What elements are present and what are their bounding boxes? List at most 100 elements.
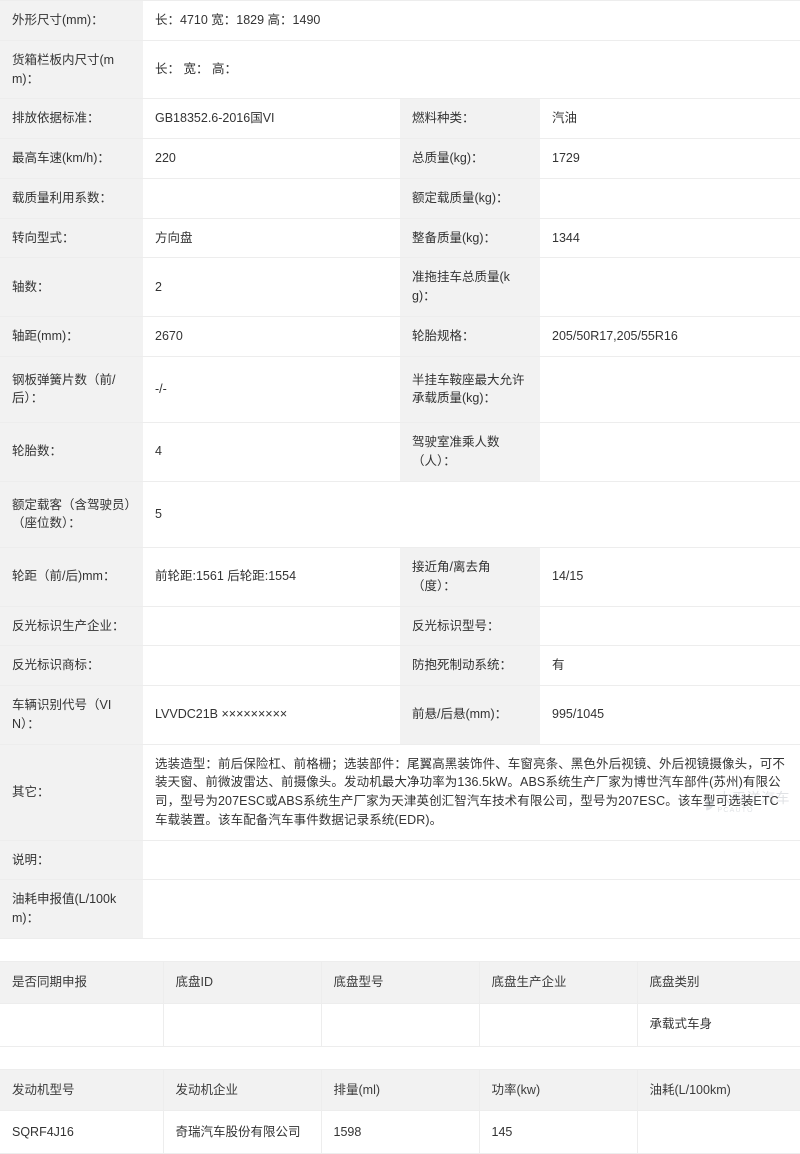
column-header: 发动机企业 (163, 1069, 321, 1111)
spec-row-left-label: 油耗申报值(L/100km)： (0, 880, 143, 939)
spec-row: 排放依据标准：GB18352.6-2016国VI燃料种类：汽油 (0, 99, 800, 139)
column-header: 底盘生产企业 (479, 961, 637, 1003)
spec-row-left-value: LVVDC21B ××××××××× (143, 686, 400, 745)
table-cell: 承载式车身 (637, 1003, 800, 1046)
spec-row-left-value: 2670 (143, 316, 400, 356)
spec-row-left-label: 外形尺寸(mm)： (0, 1, 143, 41)
other-label: 其它： (0, 744, 143, 840)
spec-row-left-value: -/- (143, 356, 400, 423)
spec-row-right-value: 1729 (540, 139, 800, 179)
table-cell (321, 1003, 479, 1046)
column-header: 底盘ID (163, 961, 321, 1003)
spec-row-right-label: 接近角/离去角（度）： (400, 548, 540, 607)
spec-row-left-label: 轮胎数： (0, 423, 143, 482)
table-cell (479, 1003, 637, 1046)
table-cell (637, 1111, 800, 1154)
spec-row-left-value (143, 840, 800, 880)
spec-row-right-label: 前悬/后悬(mm)： (400, 686, 540, 745)
spec-row-other: 其它：选装造型：前后保险杠、前格栅；选装部件：尾翼高黑装饰件、车窗亮条、黑色外后… (0, 744, 800, 840)
spec-row-left-label: 最高车速(km/h)： (0, 139, 143, 179)
column-header: 发动机型号 (0, 1069, 163, 1111)
spec-row-left-value (143, 606, 400, 646)
spec-row: 油耗申报值(L/100km)： (0, 880, 800, 939)
spec-row-left-label: 车辆识别代号（VIN）： (0, 686, 143, 745)
spec-row-right-value: 有 (540, 646, 800, 686)
table-cell: 1598 (321, 1111, 479, 1154)
spec-row: 轮胎数：4驾驶室准乘人数（人）： (0, 423, 800, 482)
spec-row: 货箱栏板内尺寸(mm)：长： 宽： 高： (0, 40, 800, 99)
spec-table-body: 外形尺寸(mm)：长：4710 宽：1829 高：1490货箱栏板内尺寸(mm)… (0, 1, 800, 939)
spec-row-right-label: 轮胎规格： (400, 316, 540, 356)
section-gap-2 (0, 1047, 800, 1069)
spec-row-right-label: 额定载质量(kg)： (400, 178, 540, 218)
spec-row: 轴距(mm)：2670轮胎规格：205/50R17,205/55R16 (0, 316, 800, 356)
spec-row-left-value: 220 (143, 139, 400, 179)
spec-row: 最高车速(km/h)：220总质量(kg)：1729 (0, 139, 800, 179)
engine-table: 发动机型号发动机企业排量(ml)功率(kw)油耗(L/100km) SQRF4J… (0, 1069, 800, 1154)
spec-row-left-label: 排放依据标准： (0, 99, 143, 139)
spec-row-left-value (143, 178, 400, 218)
engine-table-head: 发动机型号发动机企业排量(ml)功率(kw)油耗(L/100km) (0, 1069, 800, 1111)
column-header: 排量(ml) (321, 1069, 479, 1111)
spec-row-left-label: 载质量利用系数： (0, 178, 143, 218)
spec-row-left-value (143, 646, 400, 686)
spec-row: 转向型式：方向盘整备质量(kg)：1344 (0, 218, 800, 258)
table-header-row: 发动机型号发动机企业排量(ml)功率(kw)油耗(L/100km) (0, 1069, 800, 1111)
table-cell: 145 (479, 1111, 637, 1154)
spec-row-left-label: 转向型式： (0, 218, 143, 258)
spec-row-left-value: 5 (143, 481, 800, 548)
spec-row-right-label: 防抱死制动系统： (400, 646, 540, 686)
spec-row: 钢板弹簧片数（前/后）：-/-半挂车鞍座最大允许承载质量(kg)： (0, 356, 800, 423)
spec-row-left-value (143, 880, 800, 939)
spec-row-left-label: 货箱栏板内尺寸(mm)： (0, 40, 143, 99)
table-cell: 奇瑞汽车股份有限公司 (163, 1111, 321, 1154)
spec-row-right-label: 燃料种类： (400, 99, 540, 139)
spec-row-right-label: 总质量(kg)： (400, 139, 540, 179)
table-row: 承载式车身 (0, 1003, 800, 1046)
table-header-row: 是否同期申报底盘ID底盘型号底盘生产企业底盘类别 (0, 961, 800, 1003)
engine-table-body: SQRF4J16奇瑞汽车股份有限公司1598145 (0, 1111, 800, 1154)
table-row: SQRF4J16奇瑞汽车股份有限公司1598145 (0, 1111, 800, 1154)
table-cell: SQRF4J16 (0, 1111, 163, 1154)
spec-row-left-label: 轴距(mm)： (0, 316, 143, 356)
spec-row-right-label: 半挂车鞍座最大允许承载质量(kg)： (400, 356, 540, 423)
column-header: 底盘型号 (321, 961, 479, 1003)
spec-row-left-label: 反光标识商标： (0, 646, 143, 686)
spec-row-right-value: 205/50R17,205/55R16 (540, 316, 800, 356)
spec-row-right-label: 反光标识型号： (400, 606, 540, 646)
spec-row: 额定载客（含驾驶员）（座位数）：5 (0, 481, 800, 548)
table-cell (0, 1003, 163, 1046)
vehicle-spec-table: 外形尺寸(mm)：长：4710 宽：1829 高：1490货箱栏板内尺寸(mm)… (0, 0, 800, 939)
spec-row: 轮距（前/后)mm：前轮距:1561 后轮距:1554接近角/离去角（度）：14… (0, 548, 800, 607)
other-value: 选装造型：前后保险杠、前格栅；选装部件：尾翼高黑装饰件、车窗亮条、黑色外后视镜、… (143, 744, 800, 840)
spec-row: 反光标识生产企业：反光标识型号： (0, 606, 800, 646)
spec-row-right-value (540, 606, 800, 646)
spec-row-right-value: 1344 (540, 218, 800, 258)
spec-row-left-label: 轴数： (0, 258, 143, 317)
spec-row-right-value: 995/1045 (540, 686, 800, 745)
spec-row-right-value: 汽油 (540, 99, 800, 139)
spec-row: 载质量利用系数： 额定载质量(kg)： (0, 178, 800, 218)
spec-row-left-label: 额定载客（含驾驶员）（座位数）： (0, 481, 143, 548)
spec-row: 外形尺寸(mm)：长：4710 宽：1829 高：1490 (0, 1, 800, 41)
spec-row-left-value: 2 (143, 258, 400, 317)
spec-row: 车辆识别代号（VIN）：LVVDC21B ×××××××××前悬/后悬(mm)：… (0, 686, 800, 745)
spec-row-right-value (540, 423, 800, 482)
spec-row-right-label: 准拖挂车总质量(kg)： (400, 258, 540, 317)
table-cell (163, 1003, 321, 1046)
spec-row-right-value: 14/15 (540, 548, 800, 607)
spec-row-right-value (540, 258, 800, 317)
chassis-table-body: 承载式车身 (0, 1003, 800, 1046)
spec-row-right-label: 驾驶室准乘人数（人）： (400, 423, 540, 482)
spec-row-left-label: 说明： (0, 840, 143, 880)
chassis-table-head: 是否同期申报底盘ID底盘型号底盘生产企业底盘类别 (0, 961, 800, 1003)
spec-row: 说明： (0, 840, 800, 880)
spec-row-left-value: 方向盘 (143, 218, 400, 258)
chassis-table: 是否同期申报底盘ID底盘型号底盘生产企业底盘类别 承载式车身 (0, 961, 800, 1047)
spec-row-left-label: 钢板弹簧片数（前/后）： (0, 356, 143, 423)
column-header: 油耗(L/100km) (637, 1069, 800, 1111)
spec-row-right-value (540, 178, 800, 218)
column-header: 底盘类别 (637, 961, 800, 1003)
spec-row: 轴数：2准拖挂车总质量(kg)： (0, 258, 800, 317)
spec-row-right-label: 整备质量(kg)： (400, 218, 540, 258)
